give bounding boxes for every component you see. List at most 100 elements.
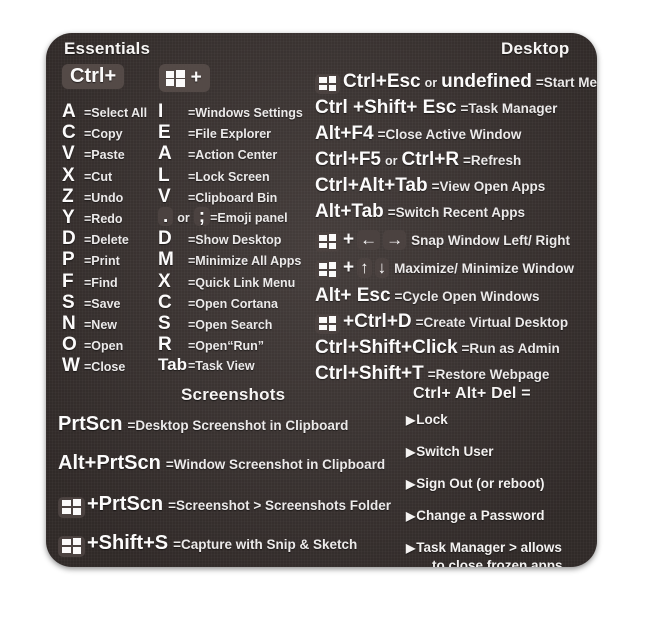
shortcut-keys: PrtScn [58, 413, 123, 435]
shortcut-row: . or; =Emoji panel [158, 207, 288, 227]
shortcut-key: O [62, 334, 77, 356]
shortcut-description: =File Explorer [188, 127, 272, 142]
shortcut-description: =Quick Link Menu [188, 275, 296, 290]
shortcut-row: S =Open Search [158, 313, 272, 335]
shortcut-or: or [424, 76, 438, 90]
windows-logo-icon [319, 262, 336, 277]
shortcut-row: V =Clipboard Bin [158, 186, 277, 208]
arrow-key-1: ← [357, 230, 381, 250]
shortcut-key: A [62, 101, 76, 122]
shortcut-description: =Screenshot > Screenshots Folder [168, 498, 391, 513]
shortcut-row: Tab=Task View [158, 355, 255, 375]
shortcut-row: Z =Undo [62, 186, 123, 208]
arrow-key-2: ↓ [374, 258, 390, 278]
shortcut-key: S [158, 313, 171, 334]
shortcut-description: =Windows Settings [188, 106, 303, 120]
shortcut-row: Ctrl+Shift+T =Restore Webpage [315, 363, 549, 385]
cad-item-label2: to close frozen apps [432, 558, 563, 567]
shortcut-key: Y [62, 207, 75, 228]
shortcut-description: =Switch Recent Apps [387, 205, 525, 220]
shortcut-description: =Select All [84, 106, 148, 120]
windows-logo-icon [166, 70, 185, 87]
shortcut-row: Ctrl+Escorundefined=Start Menu [315, 71, 597, 94]
shortcut-description: =Restore Webpage [427, 367, 550, 382]
shortcut-key: C [62, 122, 76, 144]
shortcut-row: S =Save [62, 292, 121, 314]
win-header-plus: + [190, 67, 202, 88]
section-title-desktop: Desktop [501, 39, 570, 58]
cad-item-label: Task Manager > allows [416, 540, 562, 555]
cad-item-label-cont: to close frozen apps [432, 557, 563, 567]
shortcut-key: S [62, 291, 75, 313]
shortcut-plus: + [343, 229, 355, 250]
shortcut-description: =Cycle Open Windows [394, 289, 540, 304]
shortcut-description: =Window Screenshot in Clipboard [165, 457, 386, 472]
shortcut-row: E =File Explorer [158, 122, 271, 144]
shortcut-row: + ↑ ↓ Maximize/ Minimize Window [315, 257, 574, 280]
shortcut-description: =Clipboard Bin [188, 190, 278, 205]
shortcut-description: =Redo [84, 212, 123, 226]
shortcut-description: =Cut [84, 169, 113, 184]
cad-item: ▶Task Manager > allows [406, 539, 562, 557]
triangle-bullet-icon: ▶ [406, 477, 416, 491]
section-title-essentials: Essentials [64, 39, 151, 58]
shortcut-keys: Alt+ Esc [315, 285, 391, 306]
shortcut-row: A =Action Center [158, 143, 277, 165]
shortcut-or: or [385, 154, 398, 168]
shortcut-row: D =Show Desktop [158, 228, 281, 250]
arrow-key-1: ↑ [357, 258, 372, 278]
shortcut-key: F [62, 270, 74, 292]
shortcut-key: R [158, 334, 172, 356]
shortcut-keys: Alt+PrtScn [58, 452, 161, 474]
shortcut-keys: Alt+Tab [315, 201, 384, 222]
shortcut-key: I [158, 101, 164, 122]
shortcut-description: =Find [84, 275, 118, 290]
shortcut-description: =Refresh [463, 153, 522, 168]
shortcut-key: X [158, 270, 171, 292]
shortcut-key: Tab [158, 355, 187, 375]
ctrl-header-label: Ctrl+ [62, 64, 125, 89]
shortcut-description: =Open Search [188, 318, 273, 332]
shortcut-row: Y =Redo [62, 207, 123, 229]
shortcut-description: =Capture with Snip & Sketch [173, 537, 358, 552]
shortcut-description: =Print [84, 254, 120, 269]
shortcut-keys-alt: undefined [441, 71, 532, 92]
shortcut-description: =View Open Apps [431, 179, 546, 194]
shortcut-description: Snap Window Left/ Right [411, 233, 570, 248]
shortcut-keys: Ctrl +Shift+ Esc [315, 97, 457, 118]
shortcut-key: E [158, 122, 171, 144]
shortcut-row: Alt+Tab =Switch Recent Apps [315, 201, 525, 223]
shortcut-key: . [158, 207, 174, 226]
shortcut-row: X =Cut [62, 165, 112, 187]
shortcut-description: =Open Cortana [188, 296, 278, 311]
shortcut-description: =Run as Admin [461, 341, 560, 356]
shortcut-keys: +Ctrl+D [343, 311, 412, 332]
shortcut-row: V =Paste [62, 143, 125, 165]
shortcut-row: L =Lock Screen [158, 165, 270, 187]
shortcut-row: W =Close [62, 355, 125, 377]
shortcut-row: Ctrl+F5 or Ctrl+R =Refresh [315, 149, 521, 171]
shortcut-row: Alt+ Esc =Cycle Open Windows [315, 285, 540, 307]
cad-item-label: Lock [416, 412, 448, 427]
shortcut-reference-card: Essentials Desktop Ctrl+ + A =Select All C… [46, 33, 597, 567]
shortcut-key: X [62, 164, 75, 186]
shortcut-key: V [158, 185, 171, 207]
shortcut-plus: + [343, 257, 355, 278]
cad-item-label: Switch User [416, 444, 494, 459]
shortcut-row: C =Copy [62, 122, 123, 144]
shortcut-keys: Ctrl+Shift+Click [315, 337, 458, 358]
shortcut-description: =Copy [84, 127, 123, 142]
shortcut-row: C =Open Cortana [158, 292, 278, 314]
shortcut-description: =Close Active Window [377, 127, 522, 142]
shortcut-description: =New [84, 318, 118, 332]
shortcut-keys-alt: Ctrl+R [401, 149, 460, 170]
shortcut-description: =Open“Run” [188, 339, 265, 354]
win-header-group: + [159, 64, 210, 92]
screenshot-row: +Shift+S =Capture with Snip & Sketch [58, 532, 357, 557]
shortcut-description: =Task View [188, 359, 255, 374]
shortcut-keys: Alt+F4 [315, 123, 374, 144]
shortcut-row: O =Open [62, 334, 123, 356]
shortcut-or: or [177, 211, 190, 225]
shortcut-description: =Minimize All Apps [188, 254, 302, 269]
shortcut-keys: +Shift+S [87, 532, 169, 554]
